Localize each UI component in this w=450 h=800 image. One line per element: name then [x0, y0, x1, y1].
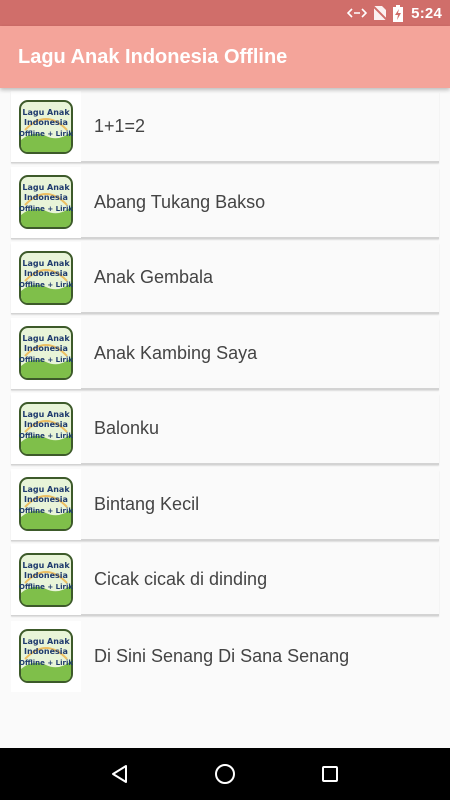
navigation-bar: [0, 748, 450, 800]
logo-text-line1: Lagu Anak: [22, 410, 70, 419]
logo-text-line2: Indonesia: [24, 193, 68, 202]
recents-square-icon: [321, 766, 338, 782]
logo-text-line2: Indonesia: [24, 571, 68, 580]
logo-text-line1: Lagu Anak: [22, 334, 70, 343]
song-title: Balonku: [94, 418, 160, 438]
logo-text-line1: Lagu Anak: [22, 108, 70, 117]
song-title: Bintang Kecil: [94, 493, 200, 514]
logo-text-line2: Indonesia: [24, 495, 68, 504]
data-sync-icon: [347, 0, 368, 26]
no-sim-icon: [373, 0, 388, 26]
list-item[interactable]: Lagu Anak Indonesia Offline + Lirik Anak…: [11, 317, 439, 390]
logo-text-line2: Indonesia: [24, 420, 68, 429]
song-title: Anak Kambing Saya: [94, 342, 258, 363]
status-bar: 5:24: [0, 0, 450, 26]
app-logo-icon: Lagu Anak Indonesia Offline + Lirik: [11, 393, 81, 464]
song-title: Di Sini Senang Di Sana Senang: [94, 645, 350, 666]
home-circle-icon: [214, 764, 235, 784]
app-logo-icon: Lagu Anak Indonesia Offline + Lirik: [11, 317, 81, 389]
list-item[interactable]: Lagu Anak Indonesia Offline + Lirik 1+1=…: [11, 91, 439, 163]
logo-text-line3: Offline + Lirik: [19, 507, 73, 515]
logo-text-line1: Lagu Anak: [22, 485, 70, 494]
app-title: Lagu Anak Indonesia Offline: [18, 45, 288, 68]
app-logo-icon: Lagu Anak Indonesia Offline + Lirik: [11, 620, 81, 692]
logo-text-line3: Offline + Lirik: [19, 130, 73, 138]
status-time: 5:24: [411, 4, 442, 22]
logo-text-line3: Offline + Lirik: [19, 583, 73, 591]
song-title: Abang Tukang Bakso: [94, 191, 266, 212]
list-item[interactable]: Lagu Anak Indonesia Offline + Lirik Di S…: [11, 620, 439, 692]
screen: 5:24 Lagu Anak Indonesia Offline Lagu An…: [0, 0, 450, 800]
logo-text-line3: Offline + Lirik: [19, 281, 73, 289]
logo-text-line1: Lagu Anak: [22, 183, 70, 192]
logo-text-line3: Offline + Lirik: [19, 356, 73, 364]
logo-text-line3: Offline + Lirik: [19, 432, 73, 440]
home-button[interactable]: [205, 754, 245, 794]
logo-text-line1: Lagu Anak: [22, 637, 70, 646]
app-logo-icon: Lagu Anak Indonesia Offline + Lirik: [11, 166, 81, 238]
logo-text-line1: Lagu Anak: [22, 561, 70, 570]
app-logo-icon: Lagu Anak Indonesia Offline + Lirik: [11, 91, 81, 162]
list-item[interactable]: Lagu Anak Indonesia Offline + Lirik Bint…: [11, 468, 439, 541]
logo-text-line2: Indonesia: [24, 269, 68, 278]
song-title: Cicak cicak di dinding: [94, 569, 268, 589]
list-item[interactable]: Lagu Anak Indonesia Offline + Lirik Aban…: [11, 166, 439, 239]
list-item[interactable]: Lagu Anak Indonesia Offline + Lirik Cica…: [11, 544, 439, 616]
logo-text-line2: Indonesia: [24, 118, 68, 127]
back-button[interactable]: [100, 754, 140, 794]
battery-charging-icon: [393, 0, 404, 26]
logo-text-line2: Indonesia: [24, 344, 68, 353]
logo-text-line2: Indonesia: [24, 647, 68, 656]
song-list[interactable]: Lagu Anak Indonesia Offline + Lirik 1+1=…: [0, 88, 450, 748]
logo-text-line3: Offline + Lirik: [19, 659, 73, 667]
logo-text-line3: Offline + Lirik: [19, 205, 73, 213]
app-bar: Lagu Anak Indonesia Offline: [0, 26, 450, 88]
recents-button[interactable]: [310, 754, 350, 794]
back-triangle-icon: [112, 765, 128, 783]
list-item[interactable]: Lagu Anak Indonesia Offline + Lirik Anak…: [11, 242, 439, 314]
app-logo-icon: Lagu Anak Indonesia Offline + Lirik: [11, 544, 81, 615]
app-logo-icon: Lagu Anak Indonesia Offline + Lirik: [11, 468, 81, 540]
song-title: 1+1=2: [94, 116, 146, 136]
song-title: Anak Gembala: [94, 267, 214, 287]
list-item[interactable]: Lagu Anak Indonesia Offline + Lirik Balo…: [11, 393, 439, 465]
app-logo-icon: Lagu Anak Indonesia Offline + Lirik: [11, 242, 81, 313]
logo-text-line1: Lagu Anak: [22, 259, 70, 268]
